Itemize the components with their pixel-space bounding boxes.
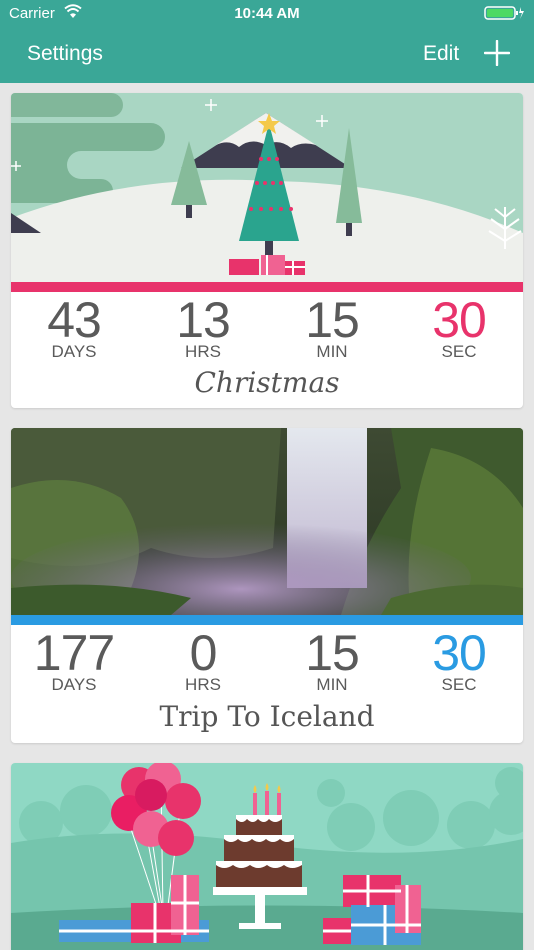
hours-label: HRS bbox=[185, 675, 221, 694]
event-title: Trip To Iceland bbox=[159, 700, 375, 733]
minutes-label: MIN bbox=[316, 342, 348, 361]
battery-icon bbox=[484, 6, 524, 20]
birthday-illustration bbox=[11, 763, 523, 950]
countdown: 43 DAYS 13 HRS 15 MIN 30 SEC bbox=[11, 295, 523, 361]
add-event-button[interactable] bbox=[484, 40, 510, 66]
hours-value: 0 bbox=[189, 625, 218, 681]
settings-button[interactable]: Settings bbox=[27, 42, 103, 66]
days-unit: 43 DAYS bbox=[19, 295, 129, 361]
days-label: DAYS bbox=[51, 342, 97, 361]
hours-label: HRS bbox=[185, 342, 221, 361]
accent-bar bbox=[11, 282, 523, 292]
minutes-value: 15 bbox=[305, 292, 360, 348]
hours-unit: 13 HRS bbox=[148, 295, 258, 361]
christmas-illustration bbox=[11, 93, 523, 282]
event-title: Christmas bbox=[194, 366, 340, 399]
seconds-label: SEC bbox=[441, 675, 477, 694]
accent-bar bbox=[11, 615, 523, 625]
seconds-value: 30 bbox=[432, 292, 487, 348]
event-card-iceland[interactable]: 177 DAYS 0 HRS 15 MIN 30 SEC Trip To Ice… bbox=[11, 428, 523, 743]
minutes-unit: 15 MIN bbox=[277, 295, 387, 361]
status-bar: Carrier 10:44 AM bbox=[0, 0, 534, 28]
seconds-label: SEC bbox=[441, 342, 477, 361]
edit-button[interactable]: Edit bbox=[423, 42, 459, 66]
minutes-label: MIN bbox=[316, 675, 348, 694]
days-value: 177 bbox=[33, 625, 115, 681]
seconds-unit: 30 SEC bbox=[404, 628, 514, 694]
seconds-unit: 30 SEC bbox=[404, 295, 514, 361]
event-card-christmas[interactable]: 43 DAYS 13 HRS 15 MIN 30 SEC Christmas bbox=[11, 93, 523, 408]
clock-time: 10:44 AM bbox=[234, 5, 300, 22]
waterfall-photo bbox=[11, 428, 523, 615]
hours-value: 13 bbox=[176, 292, 231, 348]
seconds-value: 30 bbox=[432, 625, 487, 681]
navigation-bar: Settings Edit bbox=[0, 28, 534, 83]
minutes-unit: 15 MIN bbox=[277, 628, 387, 694]
days-unit: 177 DAYS bbox=[19, 628, 129, 694]
top-bar: Carrier 10:44 AM Settings Edit bbox=[0, 0, 534, 83]
minutes-value: 15 bbox=[305, 625, 360, 681]
event-card-birthday[interactable] bbox=[11, 763, 523, 950]
countdown: 177 DAYS 0 HRS 15 MIN 30 SEC bbox=[11, 628, 523, 694]
hours-unit: 0 HRS bbox=[148, 628, 258, 694]
days-value: 43 bbox=[47, 292, 102, 348]
